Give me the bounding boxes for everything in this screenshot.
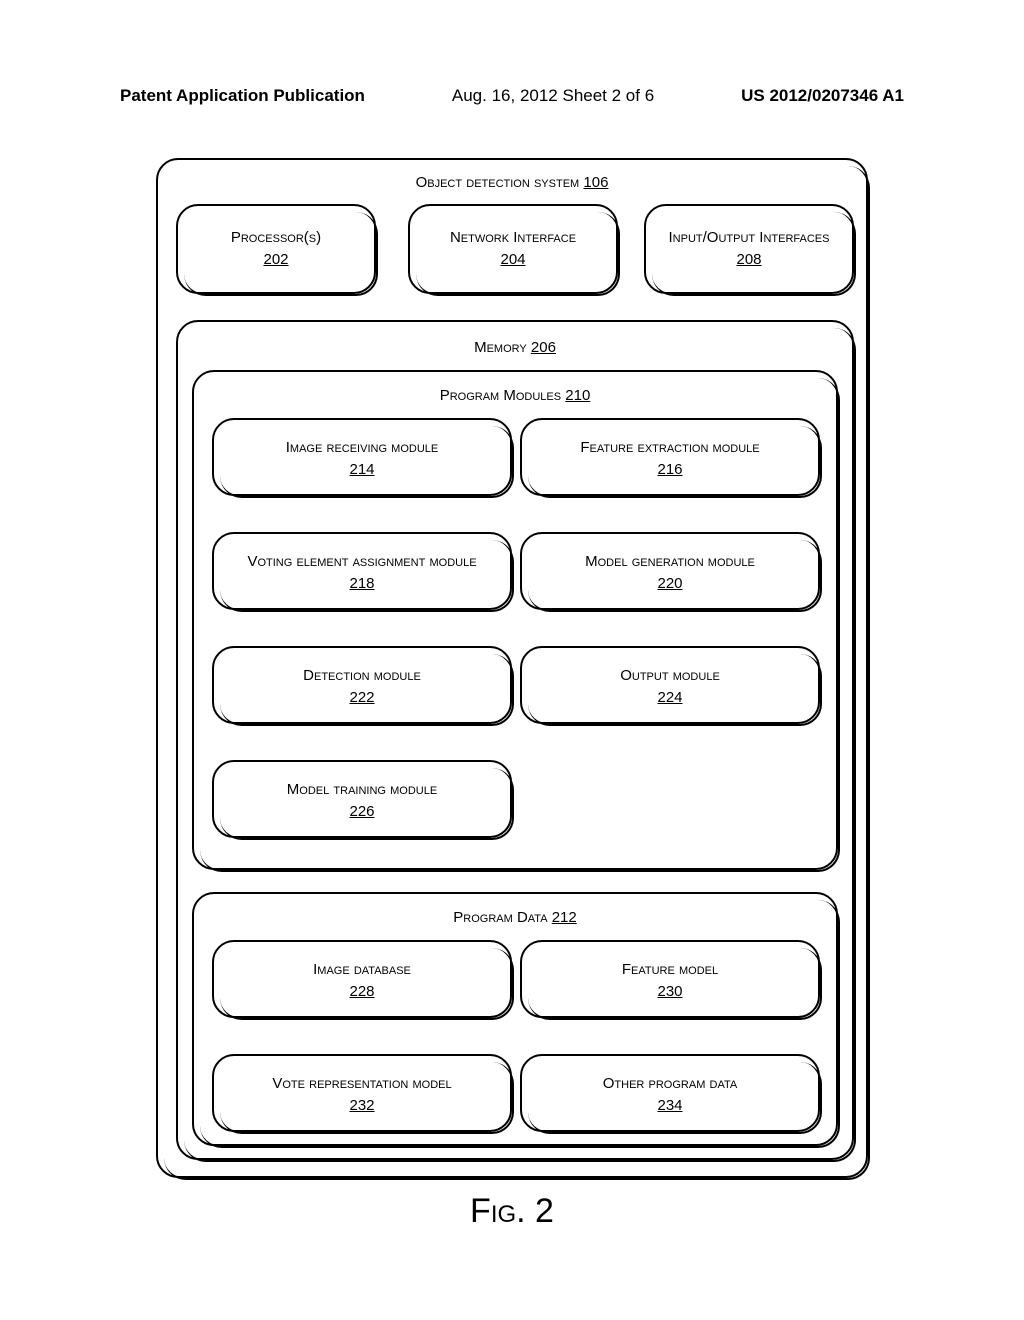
program-data-box: Program Data 212 Image database 228 Feat… [192, 892, 838, 1146]
module-num: 220 [657, 574, 682, 594]
data-num: 234 [657, 1096, 682, 1116]
processors-box: Processor(s) 202 [176, 204, 376, 294]
data-num: 232 [349, 1096, 374, 1116]
output-module-box: Output module 224 [520, 646, 820, 724]
header-right: US 2012/0207346 A1 [741, 86, 904, 106]
program-data-num: 212 [552, 908, 577, 928]
module-label: Detection module [303, 667, 421, 684]
data-num: 228 [349, 982, 374, 1002]
module-label: Model training module [287, 781, 437, 798]
memory-label-text: Memory [474, 339, 527, 356]
program-data-label-text: Program Data [453, 909, 547, 926]
vote-representation-model-box: Vote representation model 232 [212, 1054, 512, 1132]
detection-module-box: Detection module 222 [212, 646, 512, 724]
module-num: 222 [349, 688, 374, 708]
processors-num: 202 [263, 250, 288, 270]
network-interface-num: 204 [500, 250, 525, 270]
memory-num: 206 [531, 338, 556, 358]
memory-label: Memory 206 [178, 322, 852, 358]
program-modules-box: Program Modules 210 Image receiving modu… [192, 370, 838, 870]
data-label: Other program data [603, 1075, 738, 1092]
data-label: Image database [313, 961, 411, 978]
feature-model-box: Feature model 230 [520, 940, 820, 1018]
network-interface-label: Network Interface [450, 229, 576, 246]
system-label-text: Object detection system [416, 174, 580, 191]
program-modules-label-text: Program Modules [440, 387, 561, 404]
figure-caption: Fig. 2 [0, 1192, 1024, 1231]
other-program-data-box: Other program data 234 [520, 1054, 820, 1132]
io-interfaces-label: Input/Output Interfaces [669, 229, 830, 246]
module-num: 226 [349, 802, 374, 822]
io-interfaces-box: Input/Output Interfaces 208 [644, 204, 854, 294]
diagram: Object detection system 106 Processor(s)… [156, 158, 868, 1178]
module-num: 224 [657, 688, 682, 708]
network-interface-box: Network Interface 204 [408, 204, 618, 294]
module-num: 216 [657, 460, 682, 480]
processors-label: Processor(s) [231, 229, 321, 246]
header-middle: Aug. 16, 2012 Sheet 2 of 6 [452, 86, 654, 106]
program-modules-num: 210 [565, 386, 590, 406]
image-database-box: Image database 228 [212, 940, 512, 1018]
image-receiving-module-box: Image receiving module 214 [212, 418, 512, 496]
memory-box: Memory 206 Program Modules 210 Image rec… [176, 320, 854, 1160]
data-label: Feature model [622, 961, 718, 978]
module-label: Output module [620, 667, 720, 684]
object-detection-system-label: Object detection system 106 [158, 174, 866, 191]
data-num: 230 [657, 982, 682, 1002]
module-num: 218 [349, 574, 374, 594]
model-training-module-box: Model training module 226 [212, 760, 512, 838]
voting-element-assignment-module-box: Voting element assignment module 218 [212, 532, 512, 610]
module-label: Feature extraction module [580, 439, 759, 456]
module-num: 214 [349, 460, 374, 480]
header-left: Patent Application Publication [120, 86, 365, 106]
model-generation-module-box: Model generation module 220 [520, 532, 820, 610]
page-header: Patent Application Publication Aug. 16, … [0, 86, 1024, 106]
program-modules-label: Program Modules 210 [194, 372, 836, 406]
data-label: Vote representation model [272, 1075, 451, 1092]
object-detection-system-box: Object detection system 106 Processor(s)… [156, 158, 868, 1178]
io-interfaces-num: 208 [736, 250, 761, 270]
system-label-num: 106 [583, 174, 608, 191]
module-label: Image receiving module [286, 439, 438, 456]
module-label: Voting element assignment module [247, 553, 476, 570]
program-data-label: Program Data 212 [194, 894, 836, 928]
module-label: Model generation module [585, 553, 755, 570]
feature-extraction-module-box: Feature extraction module 216 [520, 418, 820, 496]
